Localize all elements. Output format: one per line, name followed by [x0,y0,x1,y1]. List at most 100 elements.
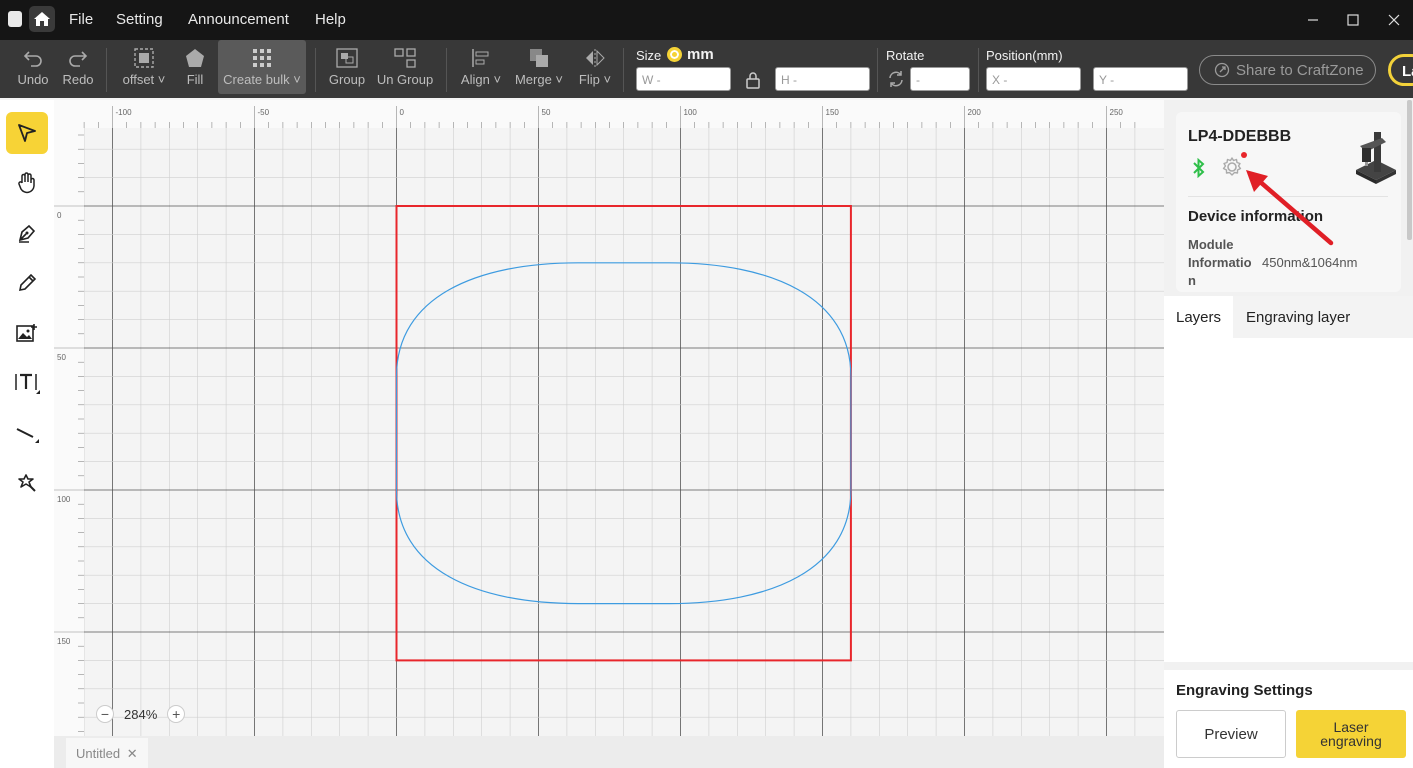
line-icon [16,428,39,443]
device-name: LP4-DDEBBB [1188,128,1292,145]
flip-label: Flip ˅ [578,72,612,87]
notification-dot [1241,152,1247,158]
group-icon [336,48,358,68]
text-tool[interactable] [6,362,48,404]
hand-tool[interactable] [6,162,48,204]
document-tab[interactable]: Untitled ✕ [66,738,148,768]
lock-icon[interactable] [745,71,761,89]
height-input[interactable]: H - [775,67,870,91]
home-button[interactable] [29,6,55,32]
merge-button[interactable]: Merge ˅ [512,40,566,94]
home-icon [34,12,50,26]
pencil-icon [18,273,37,292]
redo-button[interactable]: Redo [58,40,98,94]
right-panel: LP4-DDEBBB Device information Module Inf… [1164,100,1413,768]
ruler-label-x: -100 [116,108,133,117]
menu-file[interactable]: File [69,11,93,28]
close-icon [1388,14,1400,26]
position-label: Position(mm) [986,48,1063,63]
merge-label: Merge ˅ [514,72,564,87]
redo-label: Redo [62,72,94,87]
canvas-background [54,100,1164,736]
image-add-icon [16,324,37,342]
rotate-input[interactable]: - [910,67,970,91]
y-input[interactable]: Y - [1093,67,1188,91]
minimize-icon [1308,19,1318,21]
close-button[interactable] [1386,12,1402,28]
zoom-in-button[interactable]: + [167,705,186,723]
fill-button[interactable]: Fill [178,40,212,94]
ruler-label-y: 50 [57,353,66,362]
flip-button[interactable]: Flip ˅ [576,40,614,94]
size-unit: mm [687,46,714,63]
menu-setting[interactable]: Setting [116,11,163,28]
share-label: Share to CraftZone [1236,61,1364,79]
offset-icon [134,48,154,68]
width-input[interactable]: W - [636,67,731,91]
zoom-out-button[interactable]: − [96,705,114,723]
ruler-label-y: 100 [57,495,71,504]
undo-label: Undo [17,72,49,87]
create-bulk-button[interactable]: Create bulk ˅ [218,40,306,94]
module-info-value: 450nm&1064nm [1262,255,1358,270]
pencil-tool[interactable] [6,262,48,304]
annotation-arrow [1246,170,1334,246]
offset-button[interactable]: offset ˅ [118,40,170,94]
toolbar-divider [623,48,624,92]
rotate-label: Rotate [886,48,925,63]
ruler-label-x: -50 [258,108,270,117]
canvas-grid[interactable]: -100 -50 0 50 100 150 200 250 0 50 100 150 [54,100,1164,736]
merge-text: Merge [514,72,552,87]
create-bulk-label: Create bulk ˅ [223,72,301,87]
magic-wand-icon [18,474,36,492]
engraving-settings-title: Engraving Settings [1176,682,1313,699]
maximize-button[interactable] [1345,12,1361,28]
ruler-label-x: 0 [400,108,405,117]
redo-icon [69,51,88,67]
bluetooth-icon[interactable] [1192,158,1206,178]
top-ruler [54,100,1164,128]
group-button[interactable]: Group [327,40,367,94]
fill-icon [186,49,204,67]
toolbar-divider [877,48,878,92]
ungroup-button[interactable]: Un Group [374,40,436,94]
cursor-icon [18,124,36,142]
left-toolbar [0,100,54,768]
document-tab-label: Untitled [76,746,121,761]
ruler-label-x: 50 [542,108,551,117]
design-canvas[interactable]: -100 -50 0 50 100 150 200 250 0 50 100 150 − 284% + [54,100,1164,736]
flip-icon [586,49,605,67]
x-input[interactable]: X - [986,67,1081,91]
share-craftzone-button[interactable]: Share to CraftZone [1199,55,1376,85]
align-label: Align ˅ [460,72,502,87]
tab-engraving-layer[interactable]: Engraving layer [1234,296,1362,338]
minimize-button[interactable] [1305,12,1321,28]
toolbar-divider [315,48,316,92]
preview-button[interactable]: Preview [1176,710,1286,758]
select-tool[interactable] [6,112,48,154]
close-tab-icon[interactable]: ✕ [127,746,138,761]
line-tool[interactable] [6,412,48,454]
align-button[interactable]: Align ˅ [458,40,504,94]
panel-scrollbar[interactable] [1407,100,1412,240]
settings-gear-icon[interactable] [1221,156,1243,178]
laser-top-button[interactable]: La [1388,54,1413,86]
menu-help[interactable]: Help [315,11,346,28]
magic-tool[interactable] [6,462,48,504]
laser-engraving-button[interactable]: Laser engraving [1296,710,1406,758]
pen-icon [18,224,36,243]
ruler-label-x: 150 [826,108,840,117]
app-logo-icon [8,11,22,27]
undo-button[interactable]: Undo [12,40,54,94]
size-unit-icon[interactable] [667,47,682,62]
ruler-label-y: 150 [57,637,71,646]
menu-announcement[interactable]: Announcement [188,11,289,28]
ruler-label-x: 100 [684,108,698,117]
hand-icon [18,172,35,194]
title-bar: File Setting Announcement Help [0,0,1413,40]
engraving-settings: Engraving Settings Preview Laser engravi… [1164,670,1413,768]
image-tool[interactable] [6,312,48,354]
ruler-label-y: 0 [57,211,62,220]
tab-layers[interactable]: Layers [1164,296,1234,338]
pen-tool[interactable] [6,212,48,254]
